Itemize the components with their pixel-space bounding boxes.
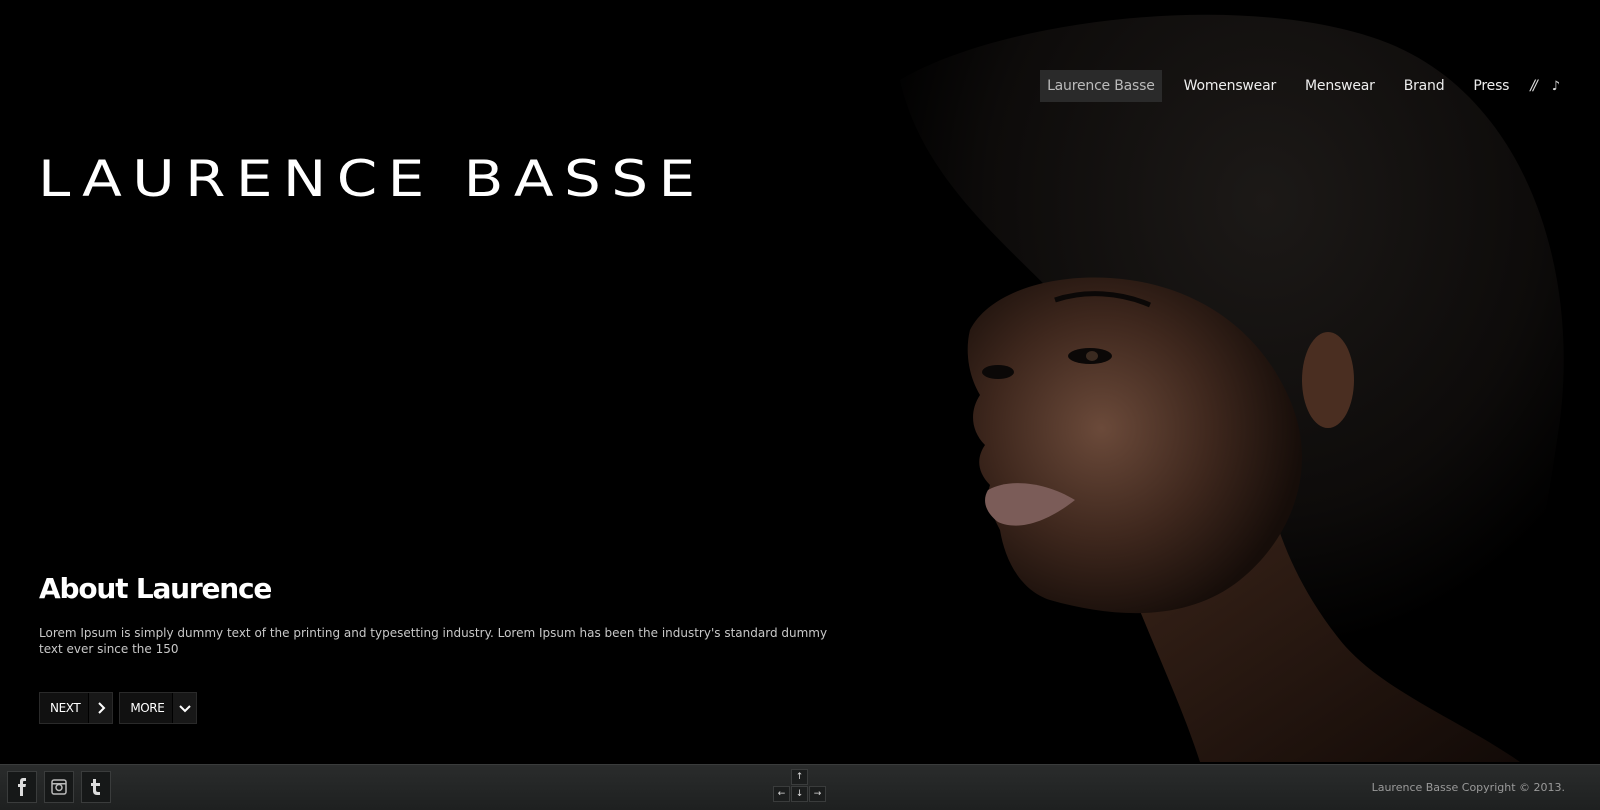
chevron-right-icon xyxy=(88,693,113,723)
arrow-right-icon[interactable]: → xyxy=(809,786,826,802)
nav-item-laurence-basse[interactable]: Laurence Basse xyxy=(1040,70,1162,102)
copyright-text: Laurence Basse Copyright © 2013. xyxy=(1371,781,1565,794)
arrow-left-icon[interactable]: ← xyxy=(773,786,790,802)
slide-arrows: ↑ ← ↓ → xyxy=(772,769,828,809)
slide-buttons: NEXT MORE xyxy=(39,692,198,724)
main-nav: Laurence Basse Womenswear Menswear Brand… xyxy=(1040,70,1560,102)
footer: ↑ ← ↓ → Laurence Basse Copyright © 2013. xyxy=(0,764,1600,810)
about-title: About Laurence xyxy=(39,572,272,605)
nav-item-womenswear[interactable]: Womenswear xyxy=(1177,70,1283,102)
nav-item-brand[interactable]: Brand xyxy=(1397,70,1452,102)
social-links xyxy=(7,771,111,803)
about-text: Lorem Ipsum is simply dummy text of the … xyxy=(39,626,828,656)
arrow-up-icon[interactable]: ↑ xyxy=(791,769,808,785)
next-button-label: NEXT xyxy=(50,701,81,715)
facebook-icon[interactable] xyxy=(7,771,37,803)
nav-item-menswear[interactable]: Menswear xyxy=(1298,70,1382,102)
nav-separator: // xyxy=(1530,78,1538,94)
music-icon[interactable]: ♪ xyxy=(1552,79,1560,94)
site-logo[interactable]: LAURENCE BASSE xyxy=(38,150,706,208)
arrow-down-icon[interactable]: ↓ xyxy=(791,786,808,802)
chevron-down-icon xyxy=(172,693,197,723)
tumblr-icon[interactable] xyxy=(81,771,111,803)
next-button[interactable]: NEXT xyxy=(39,692,114,724)
more-button[interactable]: MORE xyxy=(119,692,198,724)
instagram-icon[interactable] xyxy=(44,771,74,803)
more-button-label: MORE xyxy=(130,701,165,715)
hero-portrait-image xyxy=(820,0,1600,762)
nav-item-press[interactable]: Press xyxy=(1466,70,1516,102)
